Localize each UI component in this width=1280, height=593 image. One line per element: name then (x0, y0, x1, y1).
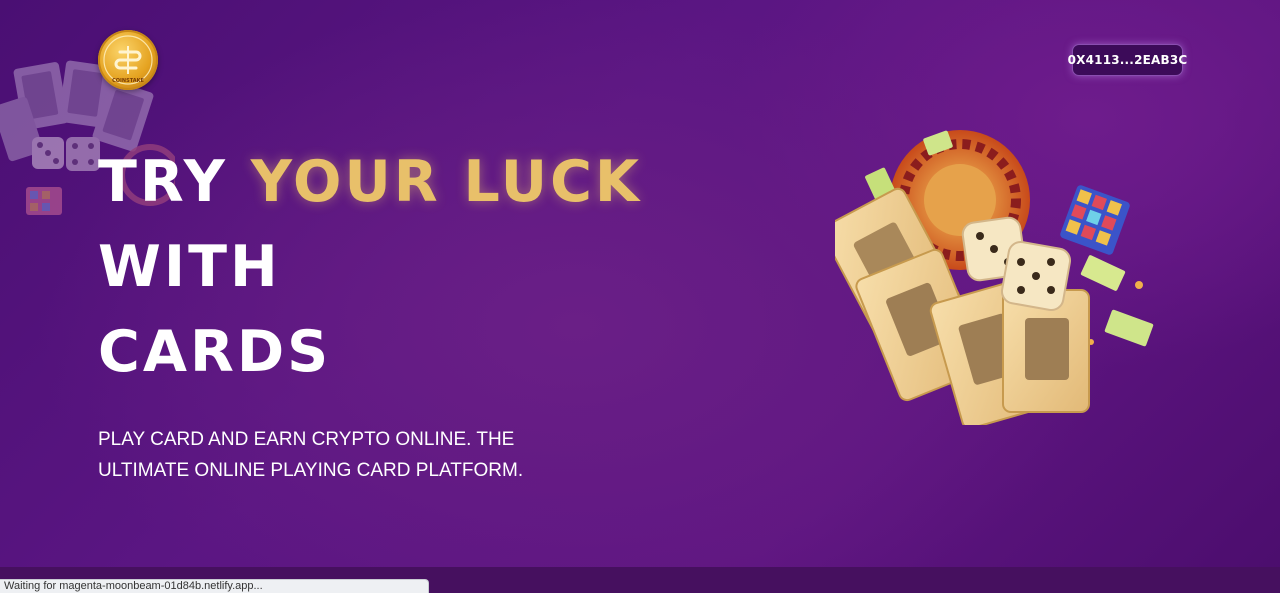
faded-dice-icon (32, 137, 100, 171)
logo-emblem-icon: COINSTAKE (103, 35, 153, 85)
cards-dice-roulette-illustration (835, 130, 1154, 425)
hero-subtext: PLAY CARD AND EARN CRYPTO ONLINE. THE UL… (98, 429, 524, 481)
headline-accent: YOUR LUCK (250, 149, 643, 215)
headline-line2: WITH (98, 234, 281, 300)
headline-line3: CARDS (98, 319, 332, 385)
faded-chips-icon (26, 187, 62, 215)
coinstake-logo[interactable]: COINSTAKE (98, 30, 158, 90)
logo-text: COINSTAKE (112, 78, 144, 84)
headline-part1: TRY (98, 149, 251, 215)
chips-stack-icon (1060, 185, 1130, 255)
hero-headline: TRY YOUR LUCK WITH CARDS (98, 140, 642, 395)
browser-status-bar: Waiting for magenta-moonbeam-01d84b.netl… (0, 579, 429, 593)
landing-page: COINSTAKE 0X4113...2EAB3C TRY YOUR LUCK … (0, 0, 1280, 593)
wallet-address-button[interactable]: 0X4113...2EAB3C (1068, 44, 1187, 76)
